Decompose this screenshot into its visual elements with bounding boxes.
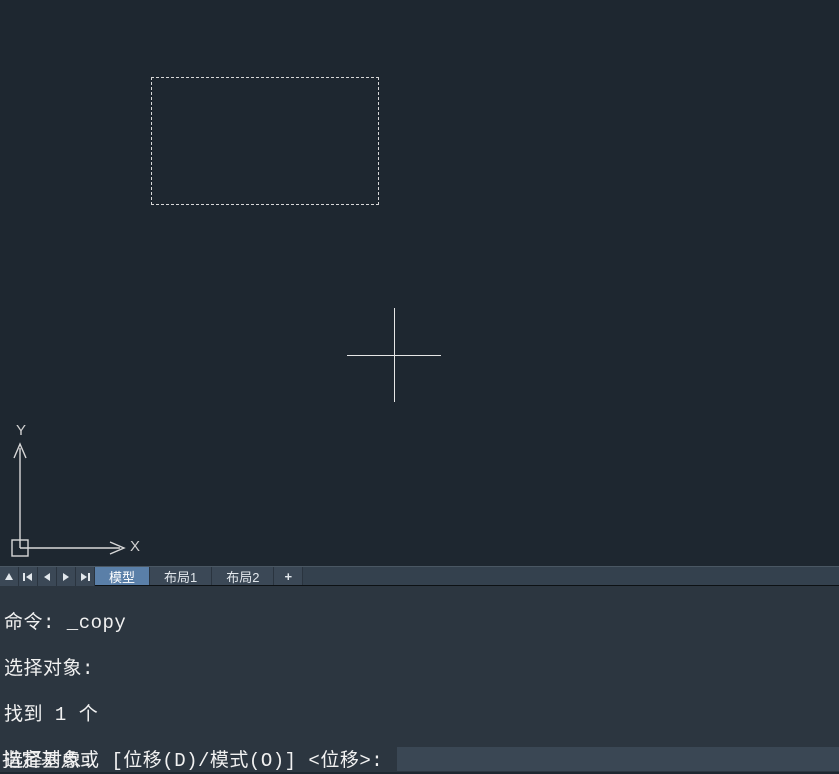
tabs-scroll-up-button[interactable] [0,567,19,586]
ucs-icon [10,422,150,562]
tabs-prev-button[interactable] [38,567,57,586]
layout-tabs-bar: 模型 布局1 布局2 + [0,566,839,586]
tab-label: 布局2 [226,567,259,586]
tabs-first-button[interactable] [19,567,38,586]
tab-label: 模型 [109,567,135,586]
triangle-up-icon [4,572,14,582]
command-prompt: 指定基点或 [位移(D)/模式(O)] <位移>: [0,745,395,772]
skip-last-icon [79,572,91,582]
tab-model[interactable]: 模型 [95,567,150,585]
tab-layout2[interactable]: 布局2 [212,567,274,585]
tabs-spacer [303,567,839,585]
triangle-left-icon [42,572,52,582]
tab-label: 布局1 [164,567,197,586]
command-history-line: 选择对象: [4,658,835,681]
command-input-line: 指定基点或 [位移(D)/模式(O)] <位移>: [0,744,839,772]
command-history-line: 找到 1 个 [4,704,835,727]
tabs-next-button[interactable] [57,567,76,586]
ucs-y-label: Y [16,422,26,439]
tab-add-button[interactable]: + [274,567,303,585]
command-history-panel: 命令: _copy 选择对象: 找到 1 个 选择对象: 当前设置: 复制模式 … [0,586,839,744]
drawing-canvas[interactable]: Y X [0,0,839,566]
triangle-right-icon [61,572,71,582]
skip-first-icon [22,572,34,582]
ucs-x-label: X [130,538,140,555]
tabs-last-button[interactable] [76,567,95,586]
command-history-line: 命令: _copy [4,612,835,635]
command-input[interactable] [397,747,839,771]
tab-layout1[interactable]: 布局1 [150,567,212,585]
crosshair-vertical [394,308,395,402]
selected-rectangle [151,77,379,205]
plus-icon: + [284,569,292,584]
